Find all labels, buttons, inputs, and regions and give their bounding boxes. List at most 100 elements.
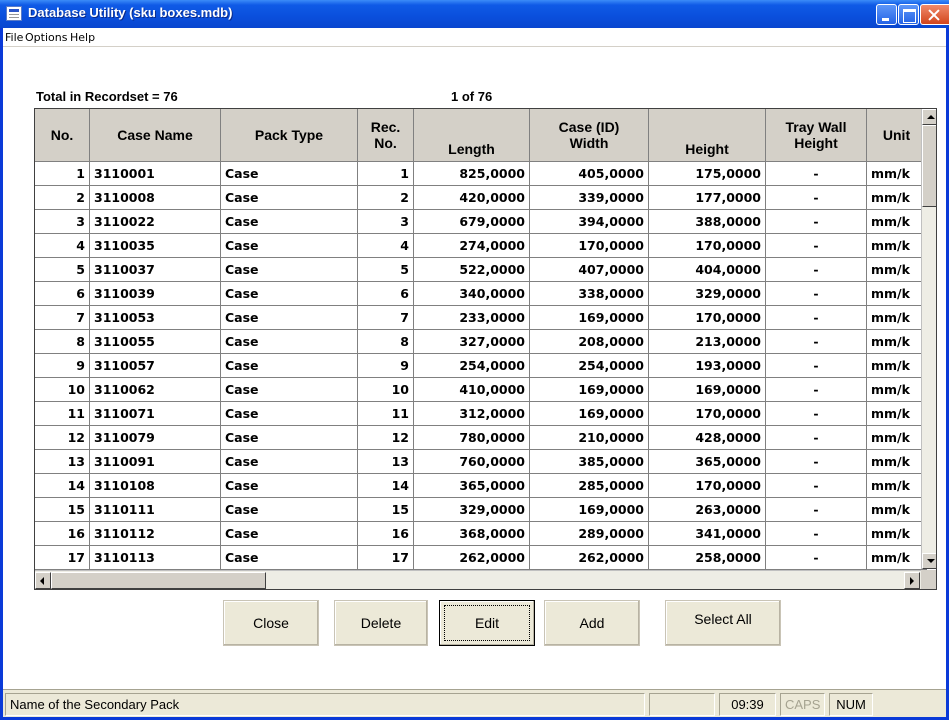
cell-col-rec-no[interactable]: 9 — [358, 354, 414, 378]
cell-col-no[interactable]: 6 — [35, 282, 90, 306]
cell-col-length[interactable]: 329,0000 — [414, 498, 530, 522]
cell-col-width[interactable]: 169,0000 — [530, 306, 649, 330]
cell-col-no[interactable]: 15 — [35, 498, 90, 522]
cell-col-width[interactable]: 262,0000 — [530, 546, 649, 570]
table-row[interactable]: 5 3110037 Case 5 522,0000 407,0000 404,0000- mm… — [35, 258, 935, 282]
cell-col-pack-type[interactable]: Case — [221, 402, 358, 426]
menu-help[interactable]: Help — [70, 31, 95, 44]
cell-col-case-name[interactable]: 3110091 — [90, 450, 221, 474]
cell-col-rec-no[interactable]: 16 — [358, 522, 414, 546]
cell-col-height[interactable]: 170,0000 — [649, 306, 766, 330]
cell-col-height[interactable]: 365,0000 — [649, 450, 766, 474]
cell-col-unit[interactable]: mm/k — [867, 306, 927, 330]
cell-col-length[interactable]: 262,0000 — [414, 546, 530, 570]
cell-col-case-name[interactable]: 3110111 — [90, 498, 221, 522]
cell-col-length[interactable]: 365,0000 — [414, 474, 530, 498]
cell-col-tray-wall-height[interactable]: - — [766, 378, 867, 402]
cell-col-width[interactable]: 385,0000 — [530, 450, 649, 474]
title-bar[interactable]: Database Utility (sku boxes.mdb) — [0, 0, 949, 28]
cell-col-height[interactable]: 175,0000 — [649, 162, 766, 186]
cell-col-case-name[interactable]: 3110112 — [90, 522, 221, 546]
cell-col-tray-wall-height[interactable]: - — [766, 306, 867, 330]
cell-col-unit[interactable]: mm/k — [867, 162, 927, 186]
cell-col-height[interactable]: 329,0000 — [649, 282, 766, 306]
cell-col-length[interactable]: 760,0000 — [414, 450, 530, 474]
cell-col-length[interactable]: 312,0000 — [414, 402, 530, 426]
cell-col-unit[interactable]: mm/k — [867, 234, 927, 258]
header-col-no[interactable]: No. — [35, 109, 90, 162]
cell-col-width[interactable]: 169,0000 — [530, 498, 649, 522]
cell-col-case-name[interactable]: 3110022 — [90, 210, 221, 234]
cell-col-tray-wall-height[interactable]: - — [766, 450, 867, 474]
header-col-tray-wall-height[interactable]: Tray Wall Height — [766, 109, 867, 162]
table-row[interactable]: 16 3110112 Case 16 368,0000 289,0000 341,0000-… — [35, 522, 935, 546]
vertical-scrollbar[interactable] — [921, 109, 936, 569]
cell-col-rec-no[interactable]: 1 — [358, 162, 414, 186]
table-row[interactable]: 10 3110062 Case 10 410,0000 169,0000 169,0000-… — [35, 378, 935, 402]
cell-col-rec-no[interactable]: 13 — [358, 450, 414, 474]
cell-col-width[interactable]: 208,0000 — [530, 330, 649, 354]
select-all-button[interactable]: Select All — [665, 600, 781, 646]
delete-button[interactable]: Delete — [334, 600, 428, 646]
cell-col-unit[interactable]: mm/k — [867, 378, 927, 402]
cell-col-length[interactable]: 233,0000 — [414, 306, 530, 330]
table-row[interactable]: 8 3110055 Case 8 327,0000 208,0000 213,0000- mm… — [35, 330, 935, 354]
cell-col-unit[interactable]: mm/k — [867, 354, 927, 378]
cell-col-pack-type[interactable]: Case — [221, 258, 358, 282]
cell-col-height[interactable]: 170,0000 — [649, 402, 766, 426]
table-row[interactable]: 14 3110108 Case 14 365,0000 285,0000 170,0000-… — [35, 474, 935, 498]
cell-col-tray-wall-height[interactable]: - — [766, 402, 867, 426]
cell-col-tray-wall-height[interactable]: - — [766, 330, 867, 354]
cell-col-length[interactable]: 825,0000 — [414, 162, 530, 186]
cell-col-width[interactable]: 210,0000 — [530, 426, 649, 450]
cell-col-tray-wall-height[interactable]: - — [766, 186, 867, 210]
edit-button[interactable]: Edit — [439, 600, 535, 646]
cell-col-case-name[interactable]: 3110079 — [90, 426, 221, 450]
cell-col-rec-no[interactable]: 10 — [358, 378, 414, 402]
cell-col-case-name[interactable]: 3110108 — [90, 474, 221, 498]
cell-col-unit[interactable]: mm/k — [867, 402, 927, 426]
table-row[interactable]: 11 3110071 Case 11 312,0000 169,0000 170,0000-… — [35, 402, 935, 426]
data-grid[interactable]: No. Case Name Pack Type Rec. No. Length Case … — [34, 108, 937, 590]
header-col-length[interactable]: Length — [414, 109, 530, 162]
cell-col-case-name[interactable]: 3110001 — [90, 162, 221, 186]
cell-col-rec-no[interactable]: 14 — [358, 474, 414, 498]
cell-col-unit[interactable]: mm/k — [867, 498, 927, 522]
cell-col-no[interactable]: 2 — [35, 186, 90, 210]
cell-col-no[interactable]: 5 — [35, 258, 90, 282]
cell-col-case-name[interactable]: 3110037 — [90, 258, 221, 282]
cell-col-height[interactable]: 213,0000 — [649, 330, 766, 354]
cell-col-no[interactable]: 11 — [35, 402, 90, 426]
cell-col-pack-type[interactable]: Case — [221, 306, 358, 330]
cell-col-height[interactable]: 404,0000 — [649, 258, 766, 282]
cell-col-unit[interactable]: mm/k — [867, 282, 927, 306]
cell-col-pack-type[interactable]: Case — [221, 378, 358, 402]
cell-col-length[interactable]: 410,0000 — [414, 378, 530, 402]
cell-col-height[interactable]: 341,0000 — [649, 522, 766, 546]
cell-col-rec-no[interactable]: 17 — [358, 546, 414, 570]
cell-col-no[interactable]: 13 — [35, 450, 90, 474]
cell-col-length[interactable]: 420,0000 — [414, 186, 530, 210]
cell-col-pack-type[interactable]: Case — [221, 282, 358, 306]
cell-col-unit[interactable]: mm/k — [867, 450, 927, 474]
cell-col-tray-wall-height[interactable]: - — [766, 474, 867, 498]
cell-col-case-name[interactable]: 3110057 — [90, 354, 221, 378]
cell-col-tray-wall-height[interactable]: - — [766, 282, 867, 306]
cell-col-case-name[interactable]: 3110062 — [90, 378, 221, 402]
cell-col-unit[interactable]: mm/k — [867, 474, 927, 498]
header-col-pack-type[interactable]: Pack Type — [221, 109, 358, 162]
cell-col-no[interactable]: 16 — [35, 522, 90, 546]
cell-col-width[interactable]: 289,0000 — [530, 522, 649, 546]
cell-col-no[interactable]: 14 — [35, 474, 90, 498]
table-row[interactable]: 7 3110053 Case 7 233,0000 169,0000 170,0000- mm… — [35, 306, 935, 330]
cell-col-unit[interactable]: mm/k — [867, 522, 927, 546]
cell-col-unit[interactable]: mm/k — [867, 210, 927, 234]
cell-col-tray-wall-height[interactable]: - — [766, 234, 867, 258]
cell-col-tray-wall-height[interactable]: - — [766, 258, 867, 282]
cell-col-height[interactable]: 169,0000 — [649, 378, 766, 402]
table-row[interactable]: 13 3110091 Case 13 760,0000 385,0000 365,0000-… — [35, 450, 935, 474]
cell-col-case-name[interactable]: 3110035 — [90, 234, 221, 258]
cell-col-length[interactable]: 522,0000 — [414, 258, 530, 282]
cell-col-tray-wall-height[interactable]: - — [766, 162, 867, 186]
cell-col-pack-type[interactable]: Case — [221, 234, 358, 258]
